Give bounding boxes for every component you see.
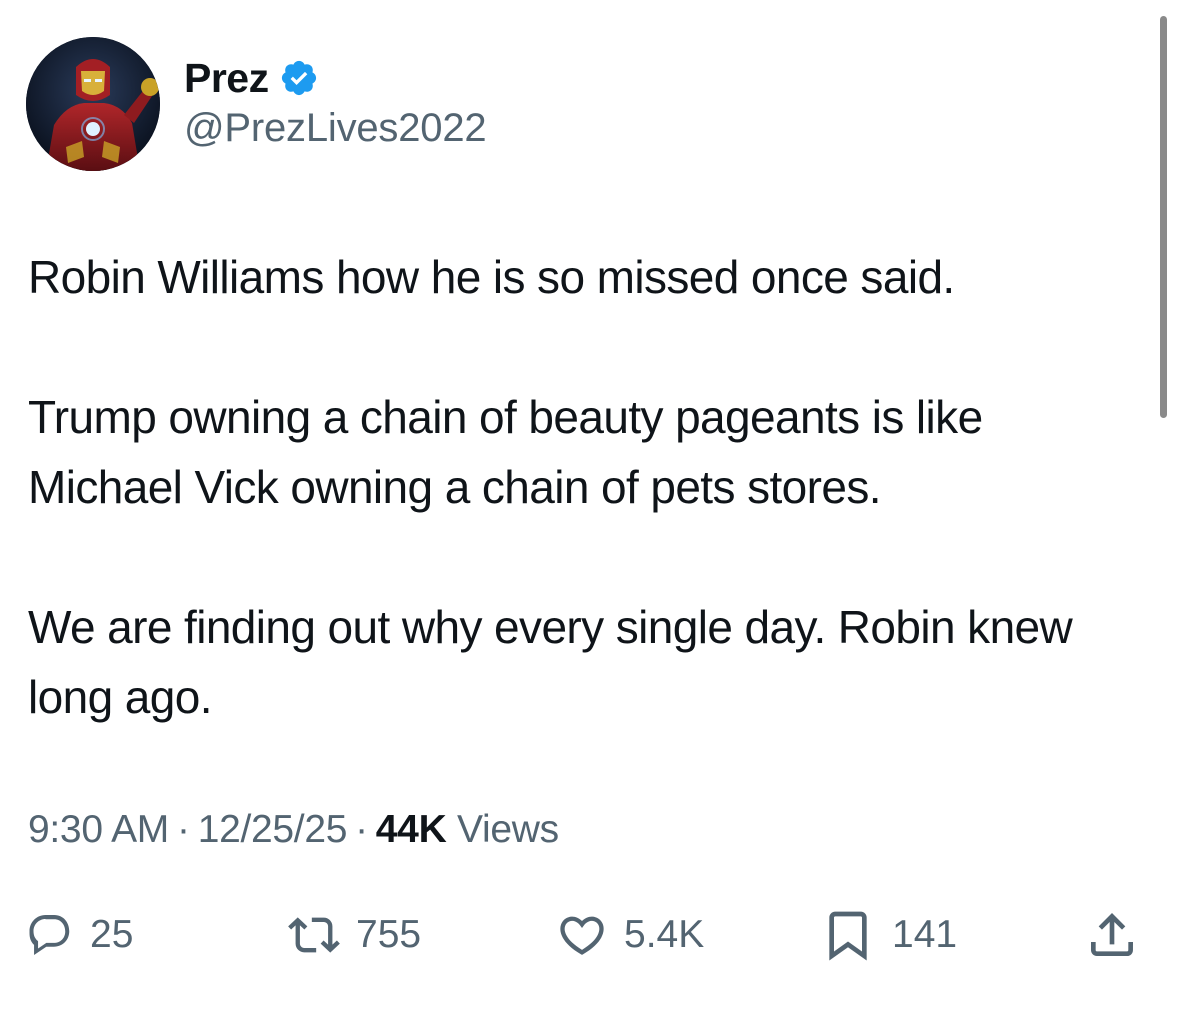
repost-button[interactable]: 755 bbox=[288, 900, 421, 970]
author-handle[interactable]: @PrezLives2022 bbox=[184, 106, 487, 151]
reply-button[interactable]: 25 bbox=[26, 900, 133, 970]
meta-separator: · bbox=[177, 808, 190, 851]
tweet-time[interactable]: 9:30 AM bbox=[28, 808, 169, 851]
repost-count: 755 bbox=[356, 913, 422, 956]
tweet-paragraph: Robin Williams how he is so missed once … bbox=[28, 251, 955, 303]
like-button[interactable]: 5.4K bbox=[556, 900, 704, 970]
views-count[interactable]: 44K bbox=[376, 808, 447, 851]
like-count: 5.4K bbox=[624, 913, 705, 956]
bookmark-icon bbox=[829, 911, 867, 961]
repost-icon bbox=[288, 917, 340, 953]
reply-icon bbox=[29, 915, 70, 955]
share-icon bbox=[1091, 913, 1133, 956]
verified-badge-icon[interactable] bbox=[279, 58, 319, 98]
display-name[interactable]: Prez bbox=[184, 55, 269, 102]
views-label[interactable]: Views bbox=[457, 808, 559, 851]
tweet-meta: 9:30 AM · 12/25/25 · 44K Views bbox=[28, 808, 559, 852]
author-name-row: Prez bbox=[184, 52, 319, 104]
tweet-text: Robin Williams how he is so missed once … bbox=[28, 242, 1138, 732]
meta-separator: · bbox=[355, 808, 368, 851]
iron-man-avatar-icon bbox=[26, 37, 160, 171]
reply-count: 25 bbox=[90, 913, 134, 956]
share-button[interactable] bbox=[1084, 900, 1140, 970]
tweet-paragraph: We are finding out why every single day.… bbox=[28, 601, 1073, 723]
tweet-date[interactable]: 12/25/25 bbox=[198, 808, 348, 851]
scrollbar[interactable] bbox=[1160, 16, 1167, 418]
tweet-paragraph: Trump owning a chain of beauty pageants … bbox=[28, 391, 983, 513]
avatar[interactable] bbox=[26, 37, 160, 171]
bookmark-count: 141 bbox=[892, 913, 958, 956]
tweet-action-bar: 25 755 5.4K 141 bbox=[0, 900, 1179, 970]
like-icon bbox=[560, 916, 604, 955]
bookmark-button[interactable]: 141 bbox=[820, 900, 957, 970]
